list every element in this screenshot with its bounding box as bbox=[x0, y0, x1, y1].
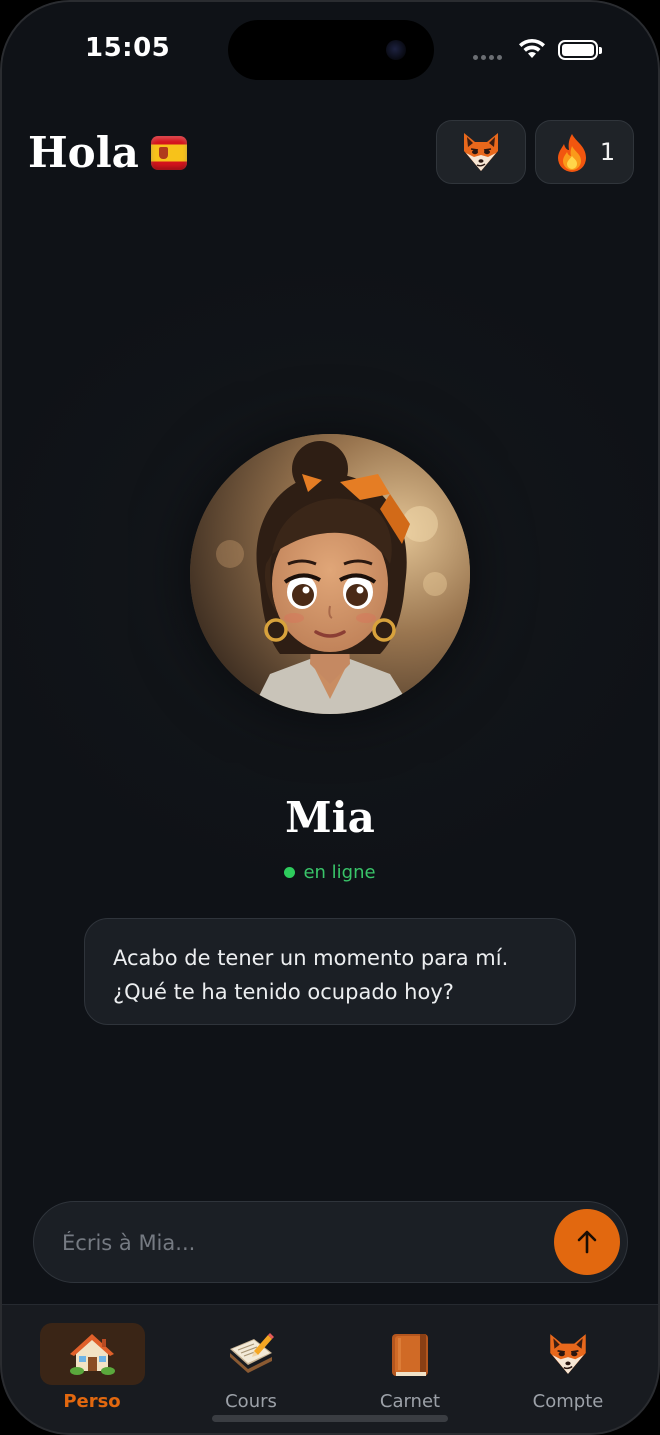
online-status: en ligne bbox=[0, 862, 660, 883]
signal-icon bbox=[473, 55, 502, 60]
tab-carnet-label: Carnet bbox=[379, 1391, 441, 1412]
online-dot-icon bbox=[284, 867, 296, 878]
notebook-pencil-icon bbox=[230, 1333, 274, 1373]
flame-icon bbox=[557, 134, 586, 172]
message-composer bbox=[33, 1201, 628, 1283]
fox-icon bbox=[464, 133, 498, 171]
app-screen: 15:05 Hola 1 Mia en ligne Acabo de tener… bbox=[0, 0, 660, 1435]
tab-cours-label: Cours bbox=[225, 1391, 277, 1412]
profile-button[interactable] bbox=[436, 120, 526, 184]
battery-icon bbox=[558, 40, 602, 60]
camera-icon bbox=[386, 40, 406, 60]
send-button[interactable] bbox=[554, 1209, 620, 1275]
streak-count: 1 bbox=[599, 138, 616, 166]
streak-button[interactable]: 1 bbox=[535, 120, 634, 184]
message-bubble: Acabo de tener un momento para mí. ¿Qué … bbox=[84, 918, 576, 1025]
page-title: Hola bbox=[28, 128, 139, 177]
character-portrait bbox=[190, 434, 470, 714]
wifi-icon bbox=[519, 38, 545, 58]
tab-cours[interactable]: Cours bbox=[198, 1323, 304, 1423]
arrow-up-icon bbox=[577, 1230, 597, 1254]
tab-carnet[interactable]: Carnet bbox=[357, 1323, 463, 1423]
tab-perso[interactable]: Perso bbox=[39, 1323, 145, 1423]
spain-flag-icon bbox=[151, 136, 187, 170]
book-icon bbox=[392, 1334, 428, 1376]
status-time: 15:05 bbox=[85, 33, 171, 63]
message-input[interactable] bbox=[60, 1220, 544, 1266]
tab-perso-label: Perso bbox=[63, 1391, 121, 1412]
dynamic-island bbox=[228, 20, 434, 80]
tab-compte[interactable]: Compte bbox=[515, 1323, 621, 1423]
online-status-text: en ligne bbox=[303, 862, 376, 883]
tab-compte-label: Compte bbox=[532, 1391, 604, 1412]
character-name: Mia bbox=[285, 793, 375, 842]
home-indicator[interactable] bbox=[212, 1415, 448, 1422]
fox-icon bbox=[550, 1334, 586, 1374]
avatar[interactable] bbox=[190, 434, 470, 714]
house-icon bbox=[70, 1334, 115, 1375]
